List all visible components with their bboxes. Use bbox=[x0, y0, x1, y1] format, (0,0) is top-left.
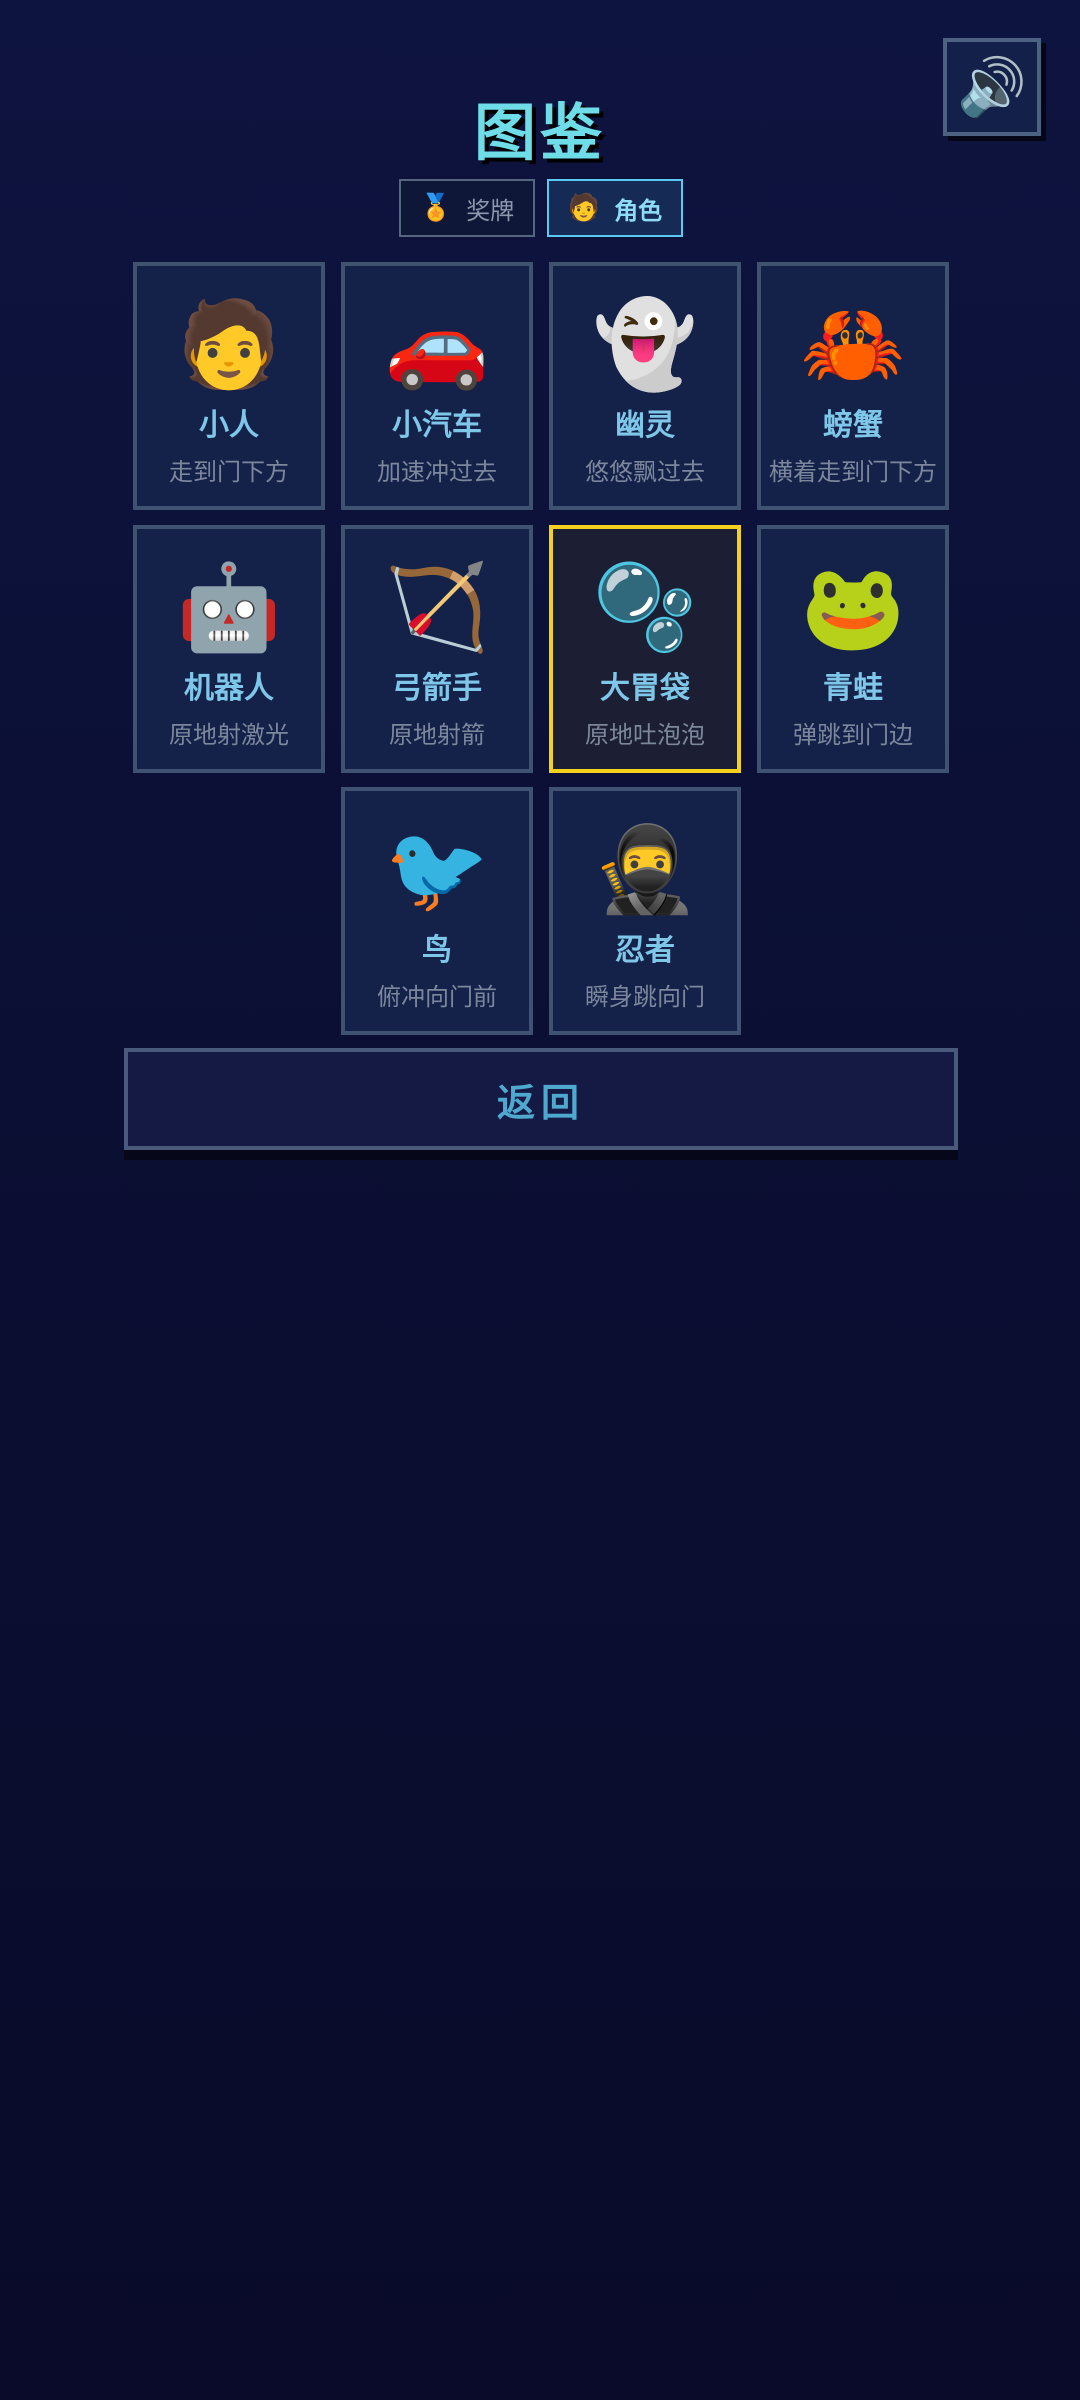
frog-icon: 🐸 bbox=[800, 558, 906, 656]
character-desc: 俯冲向门前 bbox=[377, 983, 497, 1011]
bubbles-icon: 🫧 bbox=[592, 558, 698, 656]
character-desc: 原地射箭 bbox=[389, 721, 485, 749]
character-name: 大胃袋 bbox=[600, 671, 690, 706]
character-name: 弓箭手 bbox=[392, 671, 482, 706]
tab-characters[interactable]: 🧑 角色 bbox=[547, 179, 683, 237]
tab-label: 角色 bbox=[614, 196, 663, 225]
character-card-bubbles[interactable]: 🫧 大胃袋 原地吐泡泡 bbox=[549, 525, 741, 773]
character-desc: 瞬身跳向门 bbox=[585, 983, 705, 1011]
character-desc: 弹跳到门边 bbox=[793, 721, 913, 749]
character-name: 鸟 bbox=[422, 933, 452, 968]
character-desc: 加速冲过去 bbox=[377, 458, 497, 486]
character-card-robot[interactable]: 🤖 机器人 原地射激光 bbox=[133, 525, 325, 773]
character-card-crab[interactable]: 🦀 螃蟹 横着走到门下方 bbox=[757, 262, 949, 510]
person-icon: 🧑 bbox=[176, 295, 282, 393]
page-title: 图鉴 bbox=[473, 96, 606, 169]
character-card-frog[interactable]: 🐸 青蛙 弹跳到门边 bbox=[757, 525, 949, 773]
character-desc: 原地吐泡泡 bbox=[585, 721, 705, 749]
character-desc: 横着走到门下方 bbox=[769, 458, 937, 486]
bow-and-arrow-icon: 🏹 bbox=[384, 558, 490, 656]
character-card-archer[interactable]: 🏹 弓箭手 原地射箭 bbox=[341, 525, 533, 773]
crab-icon: 🦀 bbox=[800, 295, 906, 393]
robot-icon: 🤖 bbox=[176, 558, 282, 656]
character-name: 忍者 bbox=[615, 933, 675, 968]
ninja-icon: 🥷 bbox=[592, 820, 698, 918]
character-card-bird[interactable]: 🐦 鸟 俯冲向门前 bbox=[341, 787, 533, 1035]
tab-bar: 🏅 奖牌 🧑 角色 bbox=[399, 179, 683, 237]
character-desc: 走到门下方 bbox=[169, 458, 289, 486]
character-name: 小人 bbox=[199, 408, 259, 443]
bird-icon: 🐦 bbox=[384, 820, 490, 918]
character-card-car[interactable]: 🚗 小汽车 加速冲过去 bbox=[341, 262, 533, 510]
tab-medals[interactable]: 🏅 奖牌 bbox=[399, 179, 535, 237]
character-desc: 悠悠飘过去 bbox=[585, 458, 705, 486]
character-name: 机器人 bbox=[184, 671, 274, 706]
medal-icon: 🏅 bbox=[419, 193, 453, 223]
person-icon: 🧑 bbox=[567, 193, 601, 223]
collection-screen: 🔊 图鉴 🏅 奖牌 🧑 角色 🧑 小人 走到门下方 🚗 小汽车 加速冲过去 👻 … bbox=[0, 0, 1080, 2400]
character-name: 幽灵 bbox=[615, 408, 675, 443]
car-icon: 🚗 bbox=[384, 295, 490, 393]
character-card-ninja[interactable]: 🥷 忍者 瞬身跳向门 bbox=[549, 787, 741, 1035]
character-desc: 原地射激光 bbox=[169, 721, 289, 749]
character-name: 螃蟹 bbox=[823, 408, 883, 443]
back-button[interactable]: 返回 bbox=[124, 1048, 958, 1150]
character-card-ghost[interactable]: 👻 幽灵 悠悠飘过去 bbox=[549, 262, 741, 510]
tab-label: 奖牌 bbox=[466, 196, 515, 225]
character-card-person[interactable]: 🧑 小人 走到门下方 bbox=[133, 262, 325, 510]
character-name: 青蛙 bbox=[823, 671, 883, 706]
ghost-icon: 👻 bbox=[592, 295, 698, 393]
character-name: 小汽车 bbox=[392, 408, 482, 443]
